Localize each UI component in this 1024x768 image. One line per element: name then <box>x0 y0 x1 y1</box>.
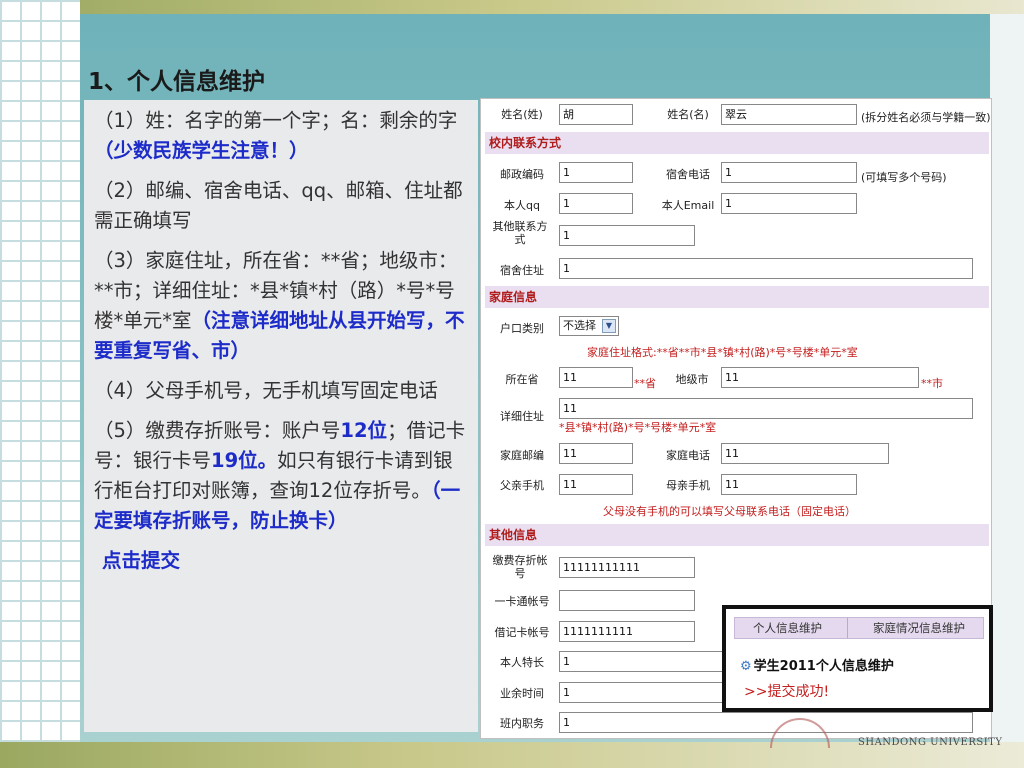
given-name-label: 姓名(名) <box>667 108 709 121</box>
instructions-panel: （1）姓：名字的第一个字；名：剩余的字（少数民族学生注意！） （2）邮编、宿舍电… <box>84 100 478 732</box>
spare-time-label: 业余时间 <box>500 687 544 700</box>
slide-title: 1、个人信息维护 <box>88 69 266 95</box>
hukou-label: 户口类别 <box>500 322 544 335</box>
qq-input[interactable]: 1 <box>559 193 633 214</box>
tab-separator <box>847 618 848 638</box>
other-contact-label: 其他联系方式 <box>492 220 548 246</box>
section-family: 家庭信息 <box>485 286 989 308</box>
submit-instruction: 点击提交 <box>102 549 181 572</box>
email-input[interactable]: 1 <box>721 193 857 214</box>
campus-card-input[interactable] <box>559 590 695 611</box>
passbook-label: 缴费存折帐号 <box>492 554 548 580</box>
postcode-label: 邮政编码 <box>500 168 544 181</box>
detail-address-hint: *县*镇*村(路)*号*号楼*单元*室 <box>559 421 717 434</box>
submit-success-message: >>提交成功! <box>744 684 830 700</box>
university-logo-text: SHANDONG UNIVERSITY <box>858 737 1003 748</box>
instruction-1: （1）姓：名字的第一个字；名：剩余的字（少数民族学生注意！） <box>94 109 458 162</box>
family-address-format-hint: 家庭住址格式:**省**市*县*镇*村(路)*号*号楼*单元*室 <box>587 346 858 359</box>
given-name-input[interactable]: 翠云 <box>721 104 857 125</box>
chevron-down-icon: ▼ <box>602 319 616 333</box>
top-decor-bar <box>0 0 1024 14</box>
dorm-address-input[interactable]: 1 <box>559 258 973 279</box>
grid-decor <box>0 0 80 768</box>
submit-success-popup: 个人信息维护 家庭情况信息维护 ⚙ 学生2011个人信息维护 >>提交成功! <box>722 605 993 712</box>
detail-address-input[interactable]: 11 <box>559 398 973 419</box>
family-postcode-input[interactable]: 11 <box>559 443 633 464</box>
tab-family-info[interactable]: 家庭情况信息维护 <box>873 618 965 638</box>
dorm-address-label: 宿舍住址 <box>500 264 544 277</box>
tab-personal-info[interactable]: 个人信息维护 <box>753 618 822 638</box>
detail-address-label: 详细住址 <box>500 410 544 423</box>
debit-card-input[interactable]: 1111111111 <box>559 621 695 642</box>
postcode-input[interactable]: 1 <box>559 162 633 183</box>
section-contact: 校内联系方式 <box>485 132 989 154</box>
instruction-4: （4）父母手机号，无手机填写固定电话 <box>94 379 438 402</box>
mother-phone-input[interactable]: 11 <box>721 474 857 495</box>
province-input[interactable]: 11 <box>559 367 633 388</box>
popup-tab-bar: 个人信息维护 家庭情况信息维护 <box>734 617 984 639</box>
city-suffix: **市 <box>921 377 943 390</box>
father-phone-input[interactable]: 11 <box>559 474 633 495</box>
dorm-phone-note: (可填写多个号码) <box>861 171 947 184</box>
surname-label: 姓名(姓) <box>501 108 543 121</box>
family-postcode-label: 家庭邮编 <box>500 449 544 462</box>
debit-card-label: 借记卡帐号 <box>494 626 550 639</box>
city-label: 地级市 <box>675 373 709 386</box>
gear-icon: ⚙ <box>740 659 752 674</box>
email-label: 本人Email <box>661 199 715 212</box>
hukou-select-value: 不选择 <box>563 319 596 332</box>
instruction-5: （5）缴费存折账号：账户号12位；借记卡号：银行卡号19位。如只有银行卡请到银行… <box>94 419 466 532</box>
dorm-phone-input[interactable]: 1 <box>721 162 857 183</box>
family-phone-label: 家庭电话 <box>666 449 710 462</box>
family-phone-input[interactable]: 11 <box>721 443 889 464</box>
name-note: (拆分姓名必须与学籍一致) <box>861 111 991 124</box>
dorm-phone-label: 宿舍电话 <box>666 168 710 181</box>
parent-phone-note: 父母没有手机的可以填写父母联系电话（固定电话） <box>603 505 856 518</box>
mother-phone-label: 母亲手机 <box>666 479 710 492</box>
section-other: 其他信息 <box>485 524 989 546</box>
instruction-3: （3）家庭住址，所在省：**省；地级市：**市；详细住址：*县*镇*村（路）*号… <box>94 249 465 362</box>
popup-title: ⚙ 学生2011个人信息维护 <box>740 655 894 674</box>
right-decor <box>990 14 1024 742</box>
popup-title-text: 学生2011个人信息维护 <box>753 659 894 674</box>
province-label: 所在省 <box>505 373 539 386</box>
father-phone-label: 父亲手机 <box>500 479 544 492</box>
hukou-select[interactable]: 不选择 ▼ <box>559 316 619 336</box>
surname-input[interactable]: 胡 <box>559 104 633 125</box>
class-duty-label: 班内职务 <box>500 717 544 730</box>
class-duty-input[interactable]: 1 <box>559 712 973 733</box>
qq-label: 本人qq <box>504 199 540 212</box>
specialty-label: 本人特长 <box>500 656 544 669</box>
instruction-2: （2）邮编、宿舍电话、qq、邮箱、住址都需正确填写 <box>94 179 463 232</box>
city-input[interactable]: 11 <box>721 367 919 388</box>
passbook-input[interactable]: 11111111111 <box>559 557 695 578</box>
province-suffix: **省 <box>634 377 656 390</box>
campus-card-label: 一卡通帐号 <box>494 595 550 608</box>
other-contact-input[interactable]: 1 <box>559 225 695 246</box>
